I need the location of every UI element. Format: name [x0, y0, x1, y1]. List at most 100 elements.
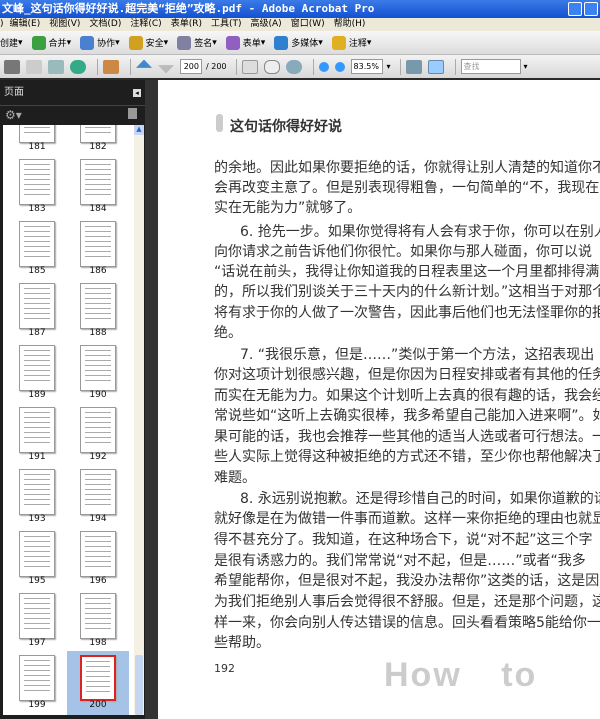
menu-item[interactable]: 帮助(H) — [334, 19, 366, 29]
task-button-label: 创建 — [0, 39, 19, 49]
search-dropdown-icon[interactable]: ▾ — [524, 62, 528, 71]
task-button-label: 表单 — [242, 39, 261, 49]
text-line: 的，所以我们别谈关于三十天内的什么新计划。”这相当于对那个 — [214, 284, 600, 300]
pages-panel: 页面 ◂ ⚙▾ 181 182 183 184 185 186 187 188 189 190 19… — [0, 80, 145, 719]
zoom-tool-icon[interactable] — [285, 59, 302, 74]
page-thumbnail[interactable] — [80, 283, 116, 329]
thumbnail-label: 182 — [89, 142, 107, 152]
text-line: 绝。 — [214, 325, 242, 341]
task-icon — [128, 35, 143, 50]
text-line: 实在无能为力”就够了。 — [214, 200, 362, 216]
save-icon[interactable] — [26, 59, 42, 74]
window-title: 文峰_这句话你得好好说.超完美“拒绝”攻略.pdf - Adobe Acroba… — [2, 2, 375, 15]
fit-page-icon[interactable] — [405, 59, 422, 74]
task-button[interactable]: 协作 ▾ — [80, 35, 120, 50]
thumbnail-label: 184 — [89, 204, 107, 214]
thumbnail-label: 181 — [28, 142, 46, 152]
header-bar-decoration — [216, 114, 223, 132]
page-thumbnail[interactable] — [19, 221, 55, 267]
text-line: 样一来，你会向别人传达错误的信息。回头看看策略5能给你一 — [214, 615, 600, 631]
minimize-button[interactable] — [568, 2, 582, 16]
page-thumbnail[interactable] — [19, 593, 55, 639]
page-thumbnail[interactable] — [19, 159, 55, 205]
page-thumbnail[interactable] — [19, 125, 55, 143]
page-thumbnail[interactable] — [80, 125, 116, 143]
task-toolbar: 创建 ▾ 合并 ▾ 协作 ▾ 安全 ▾ 签名 ▾ 表单 ▾ 多媒体 ▾ 注释 ▾ — [0, 31, 600, 55]
thumbnail-scrollbar[interactable]: ▲ — [134, 125, 144, 715]
hand-tool-icon[interactable] — [263, 59, 280, 74]
task-icon — [225, 35, 240, 50]
prev-page-icon[interactable] — [136, 59, 152, 68]
task-button[interactable]: 合并 ▾ — [31, 35, 71, 50]
page-thumbnail[interactable] — [80, 345, 116, 391]
task-button[interactable]: 安全 ▾ — [128, 35, 168, 50]
task-button-label: 安全 — [145, 39, 164, 49]
thumbnail-label: 198 — [89, 638, 107, 648]
task-button[interactable]: 多媒体 ▾ — [274, 35, 323, 50]
page-thumbnail[interactable] — [80, 221, 116, 267]
thumbnail-label: 192 — [89, 452, 107, 462]
upload-icon[interactable] — [70, 59, 86, 74]
email-icon[interactable] — [48, 59, 64, 74]
text-line: 得不甚充分了。我知道，在这种场合下，说“对不起”这三个字 — [214, 532, 593, 548]
task-icon — [31, 35, 46, 50]
zoom-out-icon[interactable] — [318, 61, 329, 72]
menu-item[interactable]: 高级(A) — [251, 19, 282, 29]
menu-item[interactable]: 文档(D) — [89, 19, 121, 29]
options-gear-icon[interactable]: ⚙▾ — [5, 108, 22, 122]
text-line: 7. “我很乐意，但是……”类似于第一个方法，这招表现出 — [240, 347, 595, 363]
zoom-input[interactable]: 83.5% — [350, 59, 383, 74]
maximize-button[interactable] — [584, 2, 598, 16]
print-icon[interactable] — [4, 59, 20, 74]
menu-bar: ) 编辑(E) 视图(V) 文档(D) 注释(C) 表单(R) 工具(T) 高级(A) 窗口(W… — [0, 18, 600, 31]
task-button[interactable]: 表单 ▾ — [225, 35, 265, 50]
panel-divider[interactable] — [145, 80, 158, 719]
text-line: 些人实际上觉得这种被拒绝的方式还不错，至少你也帮他解决了 — [214, 449, 600, 465]
menu-item[interactable]: 窗口(W) — [291, 19, 325, 29]
text-line: 6. 抢先一步。如果你觉得将有人会有求于你，你可以在别人 — [240, 224, 600, 240]
page-thumbnail[interactable] — [80, 469, 116, 515]
page-thumbnail[interactable] — [80, 531, 116, 577]
main-toolbar: 200 / 200 83.5% ▾ 查找 ▾ — [0, 55, 600, 78]
page-thumbnail[interactable] — [19, 345, 55, 391]
menu-item[interactable]: 注释(C) — [130, 19, 161, 29]
task-button[interactable]: 注释 ▾ — [331, 35, 371, 50]
organizer-icon[interactable] — [103, 59, 119, 74]
trash-icon[interactable] — [128, 108, 137, 119]
menu-item[interactable]: 工具(T) — [211, 19, 242, 29]
thumbnail-label: 191 — [28, 452, 46, 462]
zoom-in-icon[interactable] — [334, 61, 345, 72]
thumbnail-label: 200 — [89, 700, 107, 710]
thumbnail-list: 181 182 183 184 185 186 187 188 189 190 191 192 193 1… — [3, 125, 134, 715]
page-thumbnail[interactable] — [19, 407, 55, 453]
menu-item[interactable]: 视图(V) — [49, 19, 80, 29]
menu-item[interactable]: 编辑(E) — [10, 19, 41, 29]
page-thumbnail[interactable] — [19, 655, 55, 701]
page-thumbnail[interactable] — [19, 283, 55, 329]
page-thumbnail[interactable] — [80, 407, 116, 453]
page-thumbnail[interactable] — [80, 593, 116, 639]
page-thumbnail[interactable] — [19, 531, 55, 577]
thumbnail-label: 194 — [89, 514, 107, 524]
thumbnail-label: 193 — [28, 514, 46, 524]
thumbnail-label: 185 — [28, 266, 46, 276]
zoom-dropdown-icon[interactable]: ▾ — [387, 62, 391, 71]
thumbnail-label: 199 — [28, 700, 46, 710]
text-line: 是很有诱惑力的。我们常常说“对不起，但是……”或者“我多 — [214, 553, 586, 569]
menu-item[interactable]: 表单(R) — [171, 19, 202, 29]
select-tool-icon[interactable] — [241, 59, 258, 74]
text-line: 为我们拒绝别人事后会觉得很不舒服。但是，还是那个问题，这 — [214, 594, 600, 610]
page-thumbnail[interactable] — [80, 159, 116, 205]
collapse-panel-button[interactable]: ◂ — [133, 89, 141, 97]
page-number-input[interactable]: 200 — [180, 59, 202, 74]
next-page-icon[interactable] — [158, 65, 174, 74]
task-button[interactable]: 创建 ▾ — [0, 36, 23, 50]
thumbnail-label: 189 — [28, 390, 46, 400]
task-button[interactable]: 签名 ▾ — [177, 35, 217, 50]
text-line: 将有求于你的人做了一次警告，因此事后他们也无法怪罪你的拒 — [214, 305, 600, 321]
page-thumbnail[interactable] — [80, 655, 116, 701]
fit-width-icon[interactable] — [427, 59, 444, 74]
page-thumbnail[interactable] — [19, 469, 55, 515]
text-line: 你对这项计划很感兴趣，但是你因为日程安排或者有其他的任务 — [214, 367, 600, 383]
search-input[interactable]: 查找 — [460, 59, 521, 74]
